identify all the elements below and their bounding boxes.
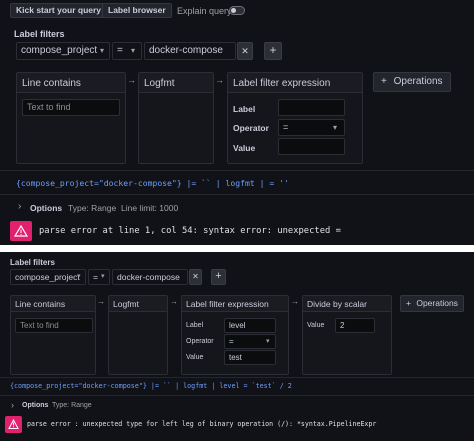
card-title: Label filter expression [186,299,269,309]
scalar-value-input[interactable]: 2 [335,318,375,333]
query-preview: {compose_project="docker-compose"} |= ``… [10,382,292,390]
label-value-select[interactable]: docker-compose [144,42,236,60]
query-editor-panel-2: Label filters compose_project ▾ = ▾ dock… [0,252,474,441]
line-contains-card: Line contains Text to find [10,295,96,375]
query-preview: {compose_project="docker-compose"} |= ``… [16,178,289,188]
query-editor-panel-1: Kick start your query Label browser Expl… [0,0,474,245]
explain-query-toggle[interactable] [229,6,245,15]
arrow-right-icon: → [170,297,178,306]
label-key-select[interactable]: compose_project [16,42,110,60]
label-input[interactable]: level [224,318,276,333]
query-type-info: Type: Range [52,402,92,409]
chevron-down-icon: ▾ [333,123,338,132]
card-title: Line contains [15,299,66,309]
operator-select[interactable]: = [88,269,110,285]
arrow-right-icon: → [97,297,105,306]
label-value-value: docker-compose [149,45,223,56]
label-filter-expression-card: Label filter expression Label level Oper… [181,295,289,375]
close-icon[interactable]: ✕ [189,269,202,285]
label-field-label: Label [233,104,256,114]
logfmt-card: Logfmt [138,72,214,164]
operations-button[interactable]: + Operations [373,72,451,92]
value-field-label: Value [307,322,325,329]
explain-query-label: Explain query [177,6,232,16]
label-browser-button[interactable]: Label browser [102,3,172,18]
label-key-select[interactable]: compose_project [10,269,86,285]
card-title: Divide by scalar [307,299,367,309]
kick-start-button[interactable]: Kick start your query [10,3,108,18]
warning-triangle-icon [10,221,32,241]
label-field-label: Label [186,322,204,329]
add-label-filter-button[interactable]: + [264,42,282,60]
operator-value: = [117,45,123,56]
query-type-info: Type: Range [68,203,117,213]
label-value-select[interactable]: docker-compose [112,269,188,285]
chevron-right-icon[interactable]: › [11,400,14,410]
line-contains-card: Line contains Text to find [16,72,126,164]
operations-button[interactable]: + Operations [400,295,464,312]
text-to-find-input[interactable]: Text to find [15,318,93,333]
chevron-down-icon: ▾ [101,273,105,280]
chevron-down-icon: ▾ [266,338,270,345]
options-toggle[interactable]: Options [22,402,48,409]
options-toggle[interactable]: Options [30,203,62,213]
chevron-right-icon[interactable]: › [18,201,21,212]
plus-icon: + [381,76,387,87]
text-to-find-input[interactable]: Text to find [22,99,120,116]
value-field-label: Value [233,143,256,153]
divide-by-scalar-card: Divide by scalar Value 2 [302,295,392,375]
arrow-right-icon: → [291,297,299,306]
warning-triangle-icon [5,416,22,433]
add-label-filter-button[interactable]: + [211,269,226,285]
value-input[interactable]: test [224,350,276,365]
error-message: parse error at line 1, col 54: syntax er… [39,226,341,236]
operator-field-label: Operator [186,338,214,345]
label-filters-title: Label filters [14,29,65,39]
close-icon[interactable]: ✕ [237,42,253,60]
operator-field-label: Operator [233,123,269,133]
value-field-label: Value [186,354,204,361]
label-key-value: compose_project [21,45,98,56]
card-title: Logfmt [144,78,175,89]
card-title: Label filter expression [233,78,331,89]
value-input[interactable] [278,138,345,155]
label-filter-expression-card: Label filter expression Label Operator =… [227,72,363,164]
plus-icon: + [406,298,411,308]
card-title: Line contains [22,78,81,89]
chevron-down-icon: ▾ [131,46,136,55]
operator-select[interactable]: = [112,42,142,60]
logfmt-card: Logfmt [108,295,168,375]
arrow-right-icon: → [215,75,224,85]
chevron-down-icon: ▾ [100,46,105,55]
line-limit-info: Line limit: 1000 [121,203,179,213]
error-message: parse error : unexpected type for left l… [27,420,377,428]
arrow-right-icon: → [127,75,136,85]
card-title: Logfmt [113,299,139,309]
label-filters-title: Label filters [10,258,55,267]
chevron-down-icon: ▾ [77,273,81,280]
label-input[interactable] [278,99,345,116]
